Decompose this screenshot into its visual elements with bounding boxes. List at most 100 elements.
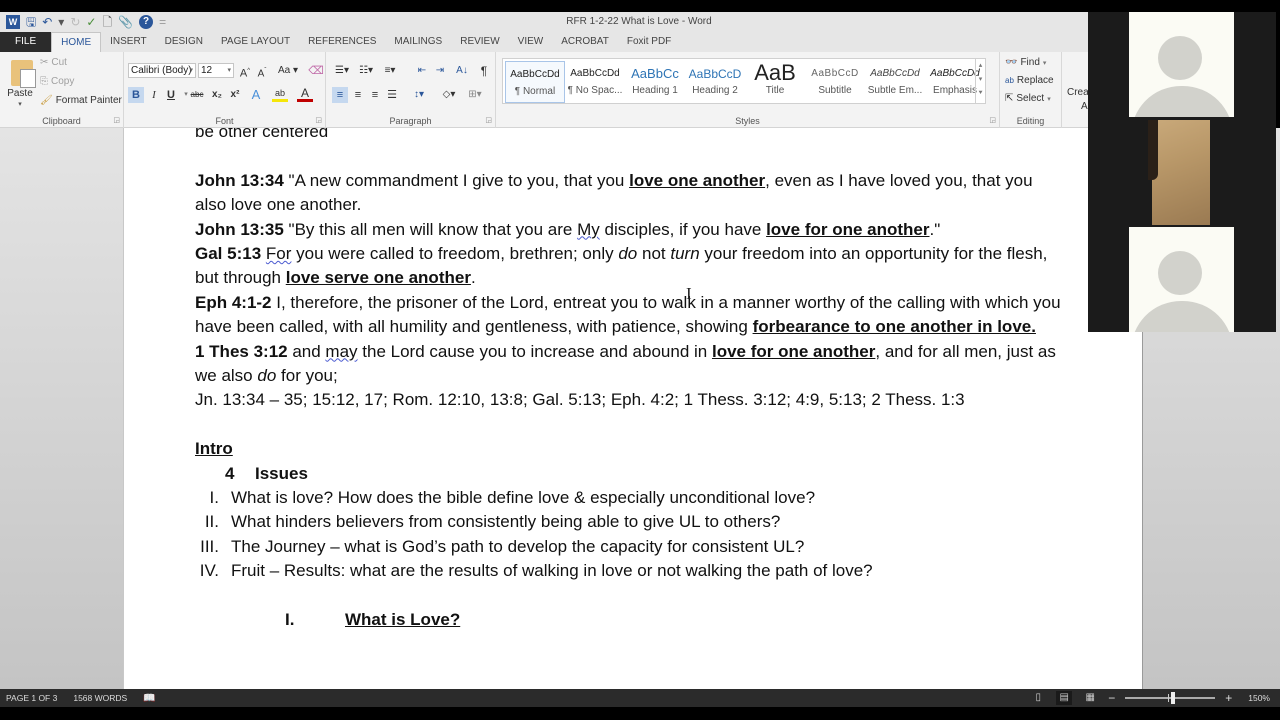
- style-heading-2[interactable]: AaBbCcD Heading 2: [685, 61, 745, 103]
- tab-insert[interactable]: INSERT: [101, 32, 156, 52]
- web-layout-icon[interactable]: ▦: [1082, 691, 1098, 705]
- font-size-select[interactable]: 12 ▾: [198, 63, 234, 78]
- strikethrough-button[interactable]: abc: [188, 87, 206, 103]
- proofing-icon[interactable]: 📖: [143, 693, 155, 704]
- style-name: ¶ Normal: [514, 86, 556, 97]
- customize-qat-icon[interactable]: =: [159, 12, 166, 32]
- align-left-button[interactable]: ≡: [332, 87, 348, 103]
- paragraph-dialog-launcher-icon[interactable]: ◲: [485, 116, 492, 124]
- gallery-down-icon[interactable]: ▾: [976, 73, 985, 87]
- change-case-button[interactable]: Aa ▾: [276, 63, 300, 79]
- find-button[interactable]: 👓 Find ▾: [1005, 57, 1046, 68]
- tab-view[interactable]: VIEW: [509, 32, 553, 52]
- style-subtitle[interactable]: AaBbCcD Subtitle: [805, 61, 865, 103]
- spelling-error: For: [265, 244, 292, 264]
- replace-button[interactable]: ab Replace: [1005, 75, 1054, 86]
- style-normal[interactable]: AaBbCcDd ¶ Normal: [505, 61, 565, 103]
- increase-indent-button[interactable]: ⇥: [432, 63, 448, 79]
- zoom-level[interactable]: 150%: [1248, 693, 1270, 703]
- tab-page-layout[interactable]: PAGE LAYOUT: [212, 32, 299, 52]
- word-count[interactable]: 1568 WORDS: [73, 693, 127, 703]
- section-heading: I. What is Love?: [285, 610, 461, 630]
- bold-button[interactable]: B: [128, 87, 144, 103]
- line-spacing-button[interactable]: ↕▾: [408, 87, 430, 103]
- create-adobe-pdf-button[interactable]: Crea A: [1067, 86, 1089, 114]
- font-name-select[interactable]: Calibri (Body) ▾: [128, 63, 196, 78]
- zoom-slider[interactable]: [1125, 692, 1216, 704]
- style-name: Subtitle: [818, 85, 852, 96]
- font-color-button[interactable]: A: [297, 87, 313, 102]
- read-mode-icon[interactable]: ▯: [1030, 691, 1046, 705]
- style-no-spacing[interactable]: AaBbCcDd ¶ No Spac...: [565, 61, 625, 103]
- align-right-button[interactable]: ≡: [367, 87, 383, 103]
- paste-button[interactable]: Paste ▾: [2, 54, 36, 112]
- tab-mailings[interactable]: MAILINGS: [385, 32, 451, 52]
- redo-icon[interactable]: ↻: [70, 12, 80, 32]
- editing-group: 👓 Find ▾ ab Replace ⇱ Select ▾ Editing: [1000, 52, 1062, 128]
- tab-file[interactable]: FILE: [0, 32, 52, 52]
- bullets-button[interactable]: ☰▾: [332, 63, 352, 79]
- find-label: Find: [1020, 57, 1040, 68]
- zoom-out-button[interactable]: −: [1108, 691, 1115, 705]
- superscript-button[interactable]: x²: [227, 87, 243, 103]
- zoom-slider-thumb[interactable]: [1171, 692, 1176, 704]
- document-page[interactable]: be other centered John 13:34 "A new comm…: [123, 128, 1143, 689]
- shrink-font-button[interactable]: Aˇ: [254, 63, 270, 79]
- print-layout-icon[interactable]: ▤: [1056, 691, 1073, 705]
- style-title[interactable]: AaB Title: [745, 61, 805, 103]
- participant-tile[interactable]: [1088, 227, 1276, 332]
- undo-dropdown-icon[interactable]: ▾: [58, 12, 64, 32]
- camera-video: [1152, 120, 1210, 225]
- justify-button[interactable]: ☰: [384, 87, 400, 103]
- tab-design[interactable]: DESIGN: [156, 32, 212, 52]
- gallery-more-icon[interactable]: ⯆: [976, 87, 985, 101]
- help-icon[interactable]: ?: [139, 15, 154, 29]
- text-effects-button[interactable]: A: [248, 87, 264, 103]
- select-button[interactable]: ⇱ Select ▾: [1005, 93, 1051, 104]
- tab-home[interactable]: HOME: [51, 32, 102, 52]
- italic-button[interactable]: I: [146, 87, 162, 103]
- cut-label: Cut: [51, 57, 67, 68]
- word-logo-icon[interactable]: W: [6, 15, 20, 29]
- tab-acrobat[interactable]: ACROBAT: [552, 32, 618, 52]
- highlight-color-button[interactable]: ab: [272, 87, 288, 102]
- zoom-in-button[interactable]: +: [1225, 691, 1232, 705]
- style-preview: AaBbCcDd: [510, 69, 560, 80]
- view-zoom-controls: ▯ ▤ ▦ − + 150%: [1030, 689, 1280, 707]
- cut-button[interactable]: ✂ Cut: [40, 57, 67, 68]
- page-count[interactable]: PAGE 1 OF 3: [6, 693, 57, 703]
- font-dialog-launcher-icon[interactable]: ◲: [315, 116, 322, 124]
- tab-foxit-pdf[interactable]: Foxit PDF: [618, 32, 680, 52]
- gallery-up-icon[interactable]: ▴: [976, 59, 985, 73]
- copy-label: Copy: [51, 76, 75, 87]
- show-formatting-marks-button[interactable]: ¶: [476, 63, 492, 79]
- decrease-indent-button[interactable]: ⇤: [414, 63, 430, 79]
- tab-references[interactable]: REFERENCES: [299, 32, 385, 52]
- tab-review[interactable]: REVIEW: [451, 32, 508, 52]
- multilevel-list-button[interactable]: ≡▾: [380, 63, 400, 79]
- subscript-button[interactable]: x₂: [209, 87, 225, 103]
- attach-icon[interactable]: 📎: [118, 12, 133, 32]
- clipboard-dialog-launcher-icon[interactable]: ◲: [113, 116, 120, 124]
- verse-1-thes-3-12: 1 Thes 3:12 and may the Lord cause you t…: [195, 341, 1056, 386]
- grow-font-button[interactable]: A^: [237, 63, 253, 80]
- numbering-button[interactable]: ☷▾: [356, 63, 376, 79]
- borders-button[interactable]: ⊞▾: [464, 87, 486, 103]
- style-subtle-emphasis[interactable]: AaBbCcDd Subtle Em...: [865, 61, 925, 103]
- document-body[interactable]: be other centered John 13:34 "A new comm…: [195, 128, 1065, 632]
- underline-button[interactable]: U: [163, 87, 179, 103]
- styles-dialog-launcher-icon[interactable]: ◲: [989, 116, 996, 124]
- participant-tile-camera[interactable]: [1088, 120, 1276, 225]
- format-painter-button[interactable]: 🖌 Format Painter: [40, 95, 122, 106]
- align-center-button[interactable]: ≡: [350, 87, 366, 103]
- undo-icon[interactable]: ↶: [42, 12, 52, 32]
- clear-formatting-icon[interactable]: ⌫: [308, 63, 324, 79]
- save-icon[interactable]: 🖫: [26, 12, 36, 32]
- style-heading-1[interactable]: AaBbCc Heading 1: [625, 61, 685, 103]
- participant-tile[interactable]: [1088, 12, 1276, 117]
- spelling-grammar-icon[interactable]: ✓: [86, 12, 96, 32]
- print-preview-icon[interactable]: 🗋: [102, 12, 112, 32]
- copy-button[interactable]: ⎘ Copy: [40, 76, 74, 87]
- shading-button[interactable]: ◇▾: [438, 87, 460, 103]
- sort-button[interactable]: A↓: [454, 63, 470, 79]
